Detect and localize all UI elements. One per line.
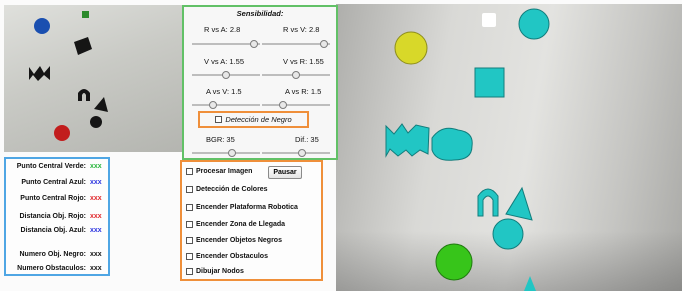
info-value: xxx bbox=[90, 227, 102, 234]
slider-dif[interactable] bbox=[262, 149, 330, 157]
slider-r-vs-v[interactable] bbox=[262, 40, 330, 48]
cyan-blob-object bbox=[431, 127, 473, 161]
option-label: Encender Plataforma Robotica bbox=[196, 204, 298, 211]
info-value: xxx bbox=[90, 265, 102, 272]
checkbox-icon[interactable] bbox=[186, 186, 193, 193]
cyan-circle-object bbox=[518, 8, 550, 40]
cyan-partial-object bbox=[524, 276, 536, 291]
option-obstacles[interactable]: Encender Obstaculos bbox=[186, 253, 268, 260]
checkbox-icon[interactable] bbox=[215, 116, 223, 123]
checkbox-icon[interactable] bbox=[186, 221, 193, 228]
black-detection-label: Detección de Negro bbox=[225, 115, 292, 124]
option-color-detection[interactable]: Detección de Colores bbox=[186, 186, 268, 193]
option-label: Detección de Colores bbox=[196, 186, 268, 193]
slider-bgr[interactable] bbox=[192, 149, 260, 157]
option-label: Procesar Imagen bbox=[196, 168, 253, 175]
yellow-circle-object bbox=[394, 31, 428, 65]
slider-label-v-vs-r: V vs R: 1.55 bbox=[283, 57, 324, 66]
info-label: Distancia Obj. Rojo: bbox=[19, 213, 86, 220]
option-process-image[interactable]: Procesar Imagen bbox=[186, 168, 252, 175]
slider-knob[interactable] bbox=[228, 149, 236, 157]
info-value: xxx bbox=[90, 179, 102, 186]
checkbox-icon[interactable] bbox=[186, 268, 193, 275]
slider-v-vs-r[interactable] bbox=[262, 71, 330, 79]
checkbox-icon[interactable] bbox=[186, 168, 193, 175]
camera-view-right bbox=[336, 4, 682, 291]
slider-label-a-vs-r: A vs R: 1.5 bbox=[285, 87, 322, 96]
info-label: Punto Central Rojo: bbox=[20, 195, 86, 202]
slider-label-r-vs-v: R vs V: 2.8 bbox=[283, 25, 320, 34]
camera-right-shapes bbox=[385, 8, 550, 291]
info-label: Punto Central Azul: bbox=[21, 179, 86, 186]
camera-left-shapes bbox=[29, 11, 108, 141]
slider-knob[interactable] bbox=[298, 149, 306, 157]
sensitivity-title: Sensibilidad: bbox=[236, 9, 284, 18]
cyan-arch-object bbox=[477, 188, 499, 217]
option-label: Encender Zona de Llegada bbox=[196, 221, 286, 228]
option-label: Dibujar Nodos bbox=[196, 268, 244, 275]
checkbox-icon[interactable] bbox=[186, 237, 193, 244]
red-circle-object bbox=[54, 125, 70, 141]
cyan-square-object bbox=[474, 67, 505, 98]
option-draw-nodes[interactable]: Dibujar Nodos bbox=[186, 268, 244, 275]
sensitivity-panel: Sensibilidad: R vs A: 2.8 R vs V: 2.8 V … bbox=[182, 5, 338, 160]
slider-label-a-vs-v: A vs V: 1.5 bbox=[206, 87, 242, 96]
option-label: Encender Objetos Negros bbox=[196, 237, 282, 244]
slider-r-vs-a[interactable] bbox=[192, 40, 260, 48]
info-value: xxx bbox=[90, 163, 102, 170]
checkbox-icon[interactable] bbox=[186, 253, 193, 260]
green-square-object bbox=[82, 11, 89, 18]
slider-a-vs-v[interactable] bbox=[192, 101, 260, 109]
black-detection-checkbox[interactable]: Detección de Negro bbox=[198, 111, 309, 128]
black-square-object bbox=[74, 37, 92, 55]
slider-a-vs-r[interactable] bbox=[262, 101, 330, 109]
black-obstacle-object bbox=[29, 66, 50, 81]
slider-knob[interactable] bbox=[208, 101, 217, 109]
black-circle-object bbox=[90, 116, 102, 128]
info-value: xxx bbox=[90, 195, 102, 202]
slider-knob[interactable] bbox=[222, 71, 230, 79]
slider-knob[interactable] bbox=[292, 71, 300, 79]
white-square-object bbox=[482, 13, 496, 27]
cyan-triangle-object bbox=[505, 186, 533, 221]
slider-label-v-vs-a: V vs A: 1.55 bbox=[204, 57, 245, 66]
green-circle-object bbox=[435, 243, 473, 281]
blue-circle-object bbox=[34, 18, 50, 34]
slider-label-bgr: BGR: 35 bbox=[206, 135, 235, 144]
slider-knob[interactable] bbox=[319, 40, 328, 48]
option-arrival-zone[interactable]: Encender Zona de Llegada bbox=[186, 221, 285, 228]
info-label: Numero Obstaculos: bbox=[17, 265, 86, 272]
info-value: xxx bbox=[90, 213, 102, 220]
cyan-circle-object-2 bbox=[492, 218, 524, 250]
slider-knob[interactable] bbox=[278, 101, 287, 109]
info-label: Punto Central Verde: bbox=[16, 163, 86, 170]
option-black-objects[interactable]: Encender Objetos Negros bbox=[186, 237, 282, 244]
camera-view-left bbox=[4, 5, 182, 152]
slider-label-r-vs-a: R vs A: 2.8 bbox=[204, 25, 241, 34]
black-triangle-object bbox=[94, 97, 108, 112]
slider-v-vs-a[interactable] bbox=[192, 71, 260, 79]
pause-button[interactable]: Pausar bbox=[268, 166, 302, 179]
black-arch-object bbox=[78, 89, 90, 101]
option-robot-platform[interactable]: Encender Plataforma Robotica bbox=[186, 204, 298, 211]
slider-knob[interactable] bbox=[249, 40, 258, 48]
info-label: Numero Obj. Negro: bbox=[19, 251, 86, 258]
option-label: Encender Obstaculos bbox=[196, 253, 268, 260]
slider-label-dif: Dif.: 35 bbox=[295, 135, 319, 144]
checkbox-icon[interactable] bbox=[186, 204, 193, 211]
cyan-obstacle-object bbox=[385, 123, 430, 158]
info-panel: Punto Central Verde: xxx Punto Central A… bbox=[4, 157, 110, 276]
info-value: xxx bbox=[90, 251, 102, 258]
info-label: Distancia Obj. Azul: bbox=[20, 227, 86, 234]
options-panel: Procesar Imagen Pausar Detección de Colo… bbox=[180, 160, 323, 281]
